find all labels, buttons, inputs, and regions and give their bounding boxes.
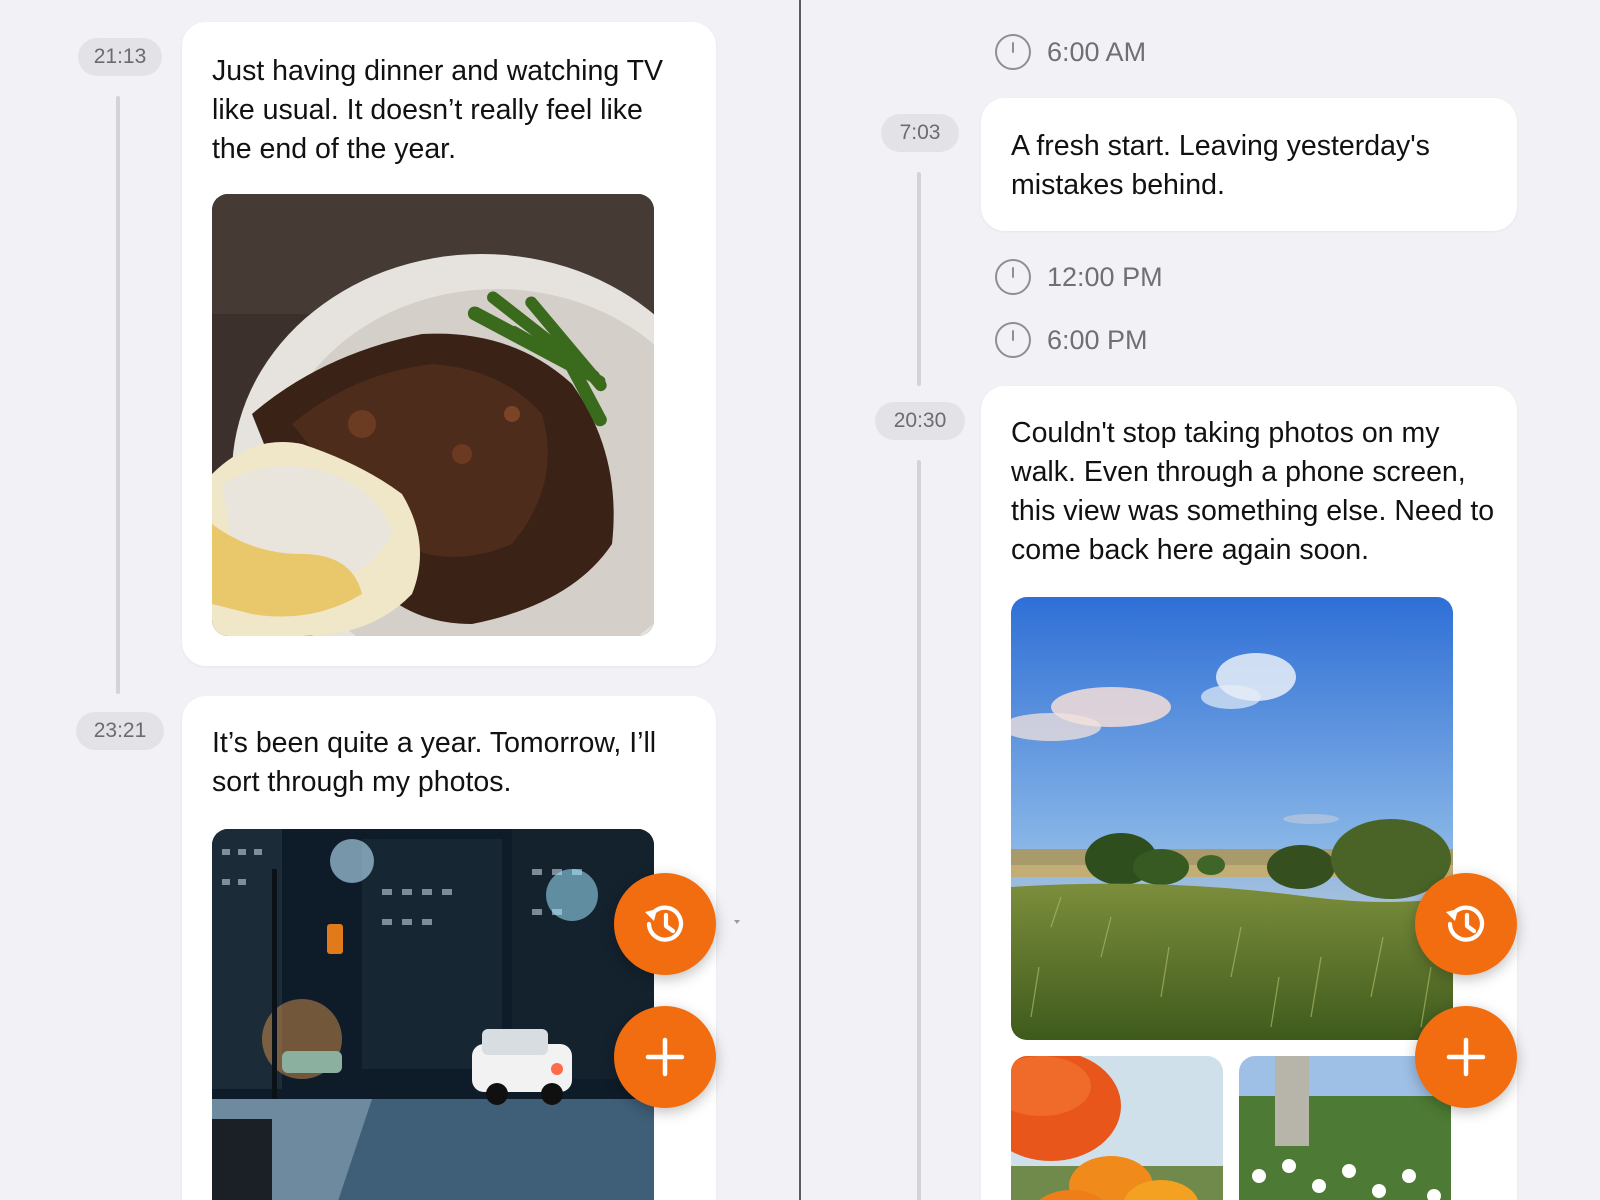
time-marker-label: 6:00 PM bbox=[1047, 324, 1148, 355]
history-button[interactable] bbox=[1415, 873, 1517, 975]
entry-time-badge: 23:21 bbox=[76, 712, 164, 750]
time-marker: 6:00 PM bbox=[995, 320, 1148, 360]
split-view: 21:13 Just having dinner and watching TV… bbox=[0, 0, 1600, 1200]
clock-icon bbox=[995, 259, 1031, 295]
add-entry-button[interactable] bbox=[614, 1006, 716, 1108]
journal-entry-card[interactable]: Just having dinner and watching TV like … bbox=[182, 22, 716, 666]
dinner-plate-photo[interactable] bbox=[212, 194, 654, 636]
entry-text: Couldn't stop taking photos on my walk. … bbox=[1011, 417, 1495, 566]
time-marker-label: 12:00 PM bbox=[1047, 261, 1163, 292]
time-marker: 6:00 AM bbox=[995, 32, 1146, 72]
add-entry-button[interactable] bbox=[1415, 1006, 1517, 1108]
clock-icon bbox=[995, 34, 1031, 70]
left-timeline-pane[interactable]: 21:13 Just having dinner and watching TV… bbox=[0, 0, 799, 1200]
timeline-rail bbox=[116, 96, 120, 694]
journal-entry-card[interactable]: A fresh start. Leaving yesterday's mista… bbox=[981, 98, 1517, 231]
plus-icon bbox=[1446, 1037, 1486, 1077]
entry-time-badge: 21:13 bbox=[78, 38, 162, 76]
clock-icon bbox=[995, 322, 1031, 358]
right-timeline-pane[interactable]: 6:00 AM 7:03 A fresh start. Leaving yest… bbox=[801, 0, 1600, 1200]
entry-time-badge: 20:30 bbox=[875, 402, 965, 440]
history-icon bbox=[1446, 905, 1485, 942]
timeline-rail bbox=[917, 172, 921, 386]
snowy-city-street-photo[interactable] bbox=[212, 829, 654, 1200]
history-icon bbox=[645, 905, 684, 942]
orange-poppies-photo[interactable] bbox=[1011, 1056, 1223, 1200]
entry-text: It’s been quite a year. Tomorrow, I’ll s… bbox=[212, 727, 657, 798]
plus-icon bbox=[645, 1037, 685, 1077]
entry-time-badge: 7:03 bbox=[881, 114, 959, 152]
time-marker: 12:00 PM bbox=[995, 257, 1163, 297]
entry-text: A fresh start. Leaving yesterday's mista… bbox=[1011, 130, 1430, 201]
history-button[interactable] bbox=[614, 873, 716, 975]
meadow-landscape-photo[interactable] bbox=[1011, 597, 1453, 1040]
timeline-rail bbox=[917, 460, 921, 1200]
resize-caret-icon bbox=[734, 920, 740, 924]
time-marker-label: 6:00 AM bbox=[1047, 36, 1147, 67]
entry-text: Just having dinner and watching TV like … bbox=[212, 55, 664, 165]
